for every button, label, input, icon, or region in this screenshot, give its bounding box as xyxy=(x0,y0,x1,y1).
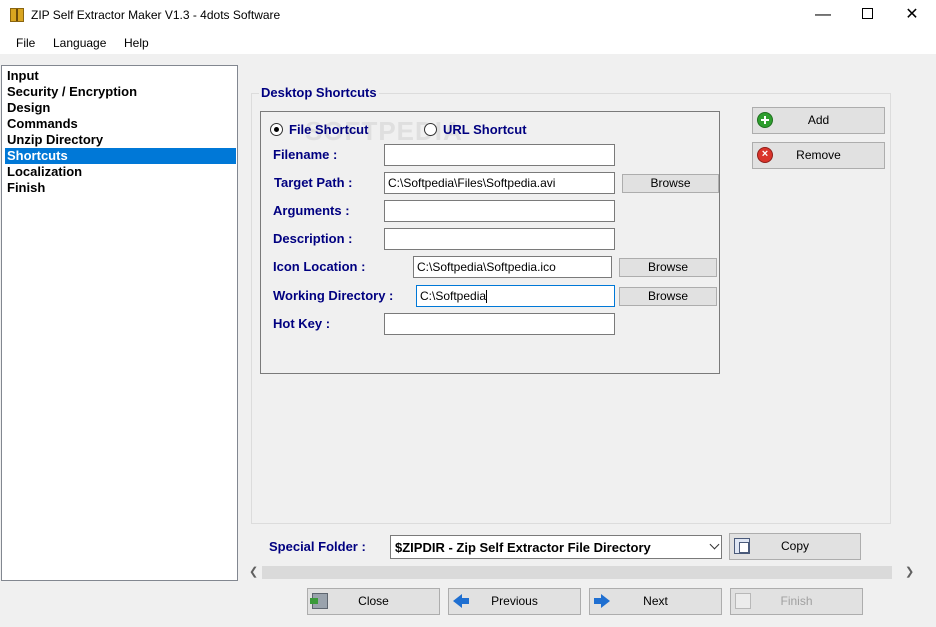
previous-button[interactable]: Previous xyxy=(448,588,581,615)
menu-file[interactable]: File xyxy=(16,36,35,50)
hot-key-label: Hot Key : xyxy=(273,316,331,331)
exit-icon xyxy=(310,593,328,609)
title-bar: ZIP Self Extractor Maker V1.3 - 4dots So… xyxy=(0,0,936,31)
close-button[interactable]: Close xyxy=(307,588,440,615)
close-window-button[interactable]: ✕ xyxy=(889,0,935,31)
remove-button-label: Remove xyxy=(796,148,841,162)
step-finish[interactable]: Finish xyxy=(5,180,236,196)
filename-input[interactable] xyxy=(384,144,615,166)
group-title: Desktop Shortcuts xyxy=(259,85,379,100)
remove-icon: × xyxy=(757,147,773,163)
special-folder-select[interactable]: $ZIPDIR - Zip Self Extractor File Direct… xyxy=(390,535,722,559)
add-shortcut-button[interactable]: Add xyxy=(752,107,885,134)
finish-button-label: Finish xyxy=(780,594,813,608)
close-icon: ✕ xyxy=(905,6,919,23)
working-directory-browse-button[interactable]: Browse xyxy=(619,287,717,306)
filename-label: Filename : xyxy=(273,147,338,162)
url-shortcut-radio[interactable] xyxy=(424,123,437,136)
menu-help[interactable]: Help xyxy=(124,36,149,50)
add-button-label: Add xyxy=(807,113,830,127)
menu-bar: File Language Help xyxy=(0,31,936,55)
target-path-input[interactable]: C:\Softpedia\Files\Softpedia.avi xyxy=(384,172,615,194)
arrow-left-icon xyxy=(453,593,469,609)
target-path-label: Target Path : xyxy=(274,175,353,190)
close-button-label: Close xyxy=(358,594,389,608)
remove-shortcut-button[interactable]: × Remove xyxy=(752,142,885,169)
step-commands[interactable]: Commands xyxy=(5,116,236,132)
step-unzip-directory[interactable]: Unzip Directory xyxy=(5,132,236,148)
copy-icon xyxy=(734,538,750,554)
special-folder-value: $ZIPDIR - Zip Self Extractor File Direct… xyxy=(395,540,651,555)
maximize-button[interactable] xyxy=(844,0,890,31)
step-security-encryption[interactable]: Security / Encryption xyxy=(5,84,236,100)
working-directory-value: C:\Softpedia xyxy=(420,289,487,303)
arguments-label: Arguments : xyxy=(273,203,350,218)
window-title: ZIP Self Extractor Maker V1.3 - 4dots So… xyxy=(31,8,281,22)
add-icon xyxy=(757,112,773,128)
copy-button-label: Copy xyxy=(780,539,809,553)
chevron-down-icon xyxy=(709,539,720,550)
icon-location-label: Icon Location : xyxy=(273,259,366,274)
scroll-left-icon[interactable]: ❮ xyxy=(249,565,258,578)
target-path-browse-button[interactable]: Browse xyxy=(622,174,719,193)
working-directory-input[interactable]: C:\Softpedia xyxy=(416,285,615,307)
next-button-label: Next xyxy=(643,594,668,608)
file-shortcut-radio[interactable] xyxy=(270,123,283,136)
maximize-icon xyxy=(861,7,873,19)
app-icon xyxy=(10,8,24,22)
scrollbar-thumb[interactable] xyxy=(262,566,892,579)
step-input[interactable]: Input xyxy=(5,68,236,84)
hot-key-input[interactable] xyxy=(384,313,615,335)
description-label: Description : xyxy=(273,231,353,246)
previous-button-label: Previous xyxy=(491,594,538,608)
next-button[interactable]: Next xyxy=(589,588,722,615)
minimize-button[interactable]: — xyxy=(800,0,846,31)
menu-language[interactable]: Language xyxy=(53,36,106,50)
working-directory-label: Working Directory : xyxy=(273,288,394,303)
icon-location-input[interactable]: C:\Softpedia\Softpedia.ico xyxy=(413,256,612,278)
special-folder-label: Special Folder : xyxy=(269,539,366,554)
finish-icon xyxy=(735,593,751,609)
scroll-right-icon[interactable]: ❯ xyxy=(905,565,914,578)
horizontal-scrollbar[interactable]: ❮ ❯ xyxy=(245,564,925,581)
finish-button[interactable]: Finish xyxy=(730,588,863,615)
arguments-input[interactable] xyxy=(384,200,615,222)
icon-location-browse-button[interactable]: Browse xyxy=(619,258,717,277)
file-shortcut-label[interactable]: File Shortcut xyxy=(289,122,368,137)
minimize-icon: — xyxy=(815,6,831,23)
copy-button[interactable]: Copy xyxy=(729,533,861,560)
description-input[interactable] xyxy=(384,228,615,250)
arrow-right-icon xyxy=(594,593,610,609)
step-list: Input Security / Encryption Design Comma… xyxy=(1,65,238,581)
step-localization[interactable]: Localization xyxy=(5,164,236,180)
step-design[interactable]: Design xyxy=(5,100,236,116)
step-shortcuts[interactable]: Shortcuts xyxy=(5,148,236,164)
text-caret xyxy=(486,290,488,304)
url-shortcut-label[interactable]: URL Shortcut xyxy=(443,122,527,137)
